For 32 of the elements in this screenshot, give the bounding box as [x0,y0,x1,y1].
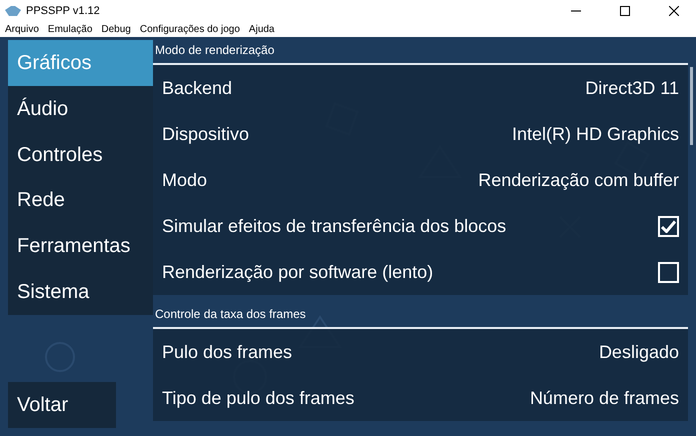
setting-value[interactable]: Direct3D 11 [585,74,679,102]
sidebar-tab[interactable]: Sistema [8,269,153,315]
checkmark-icon [661,220,676,232]
setting-label: Backend [162,76,232,100]
sidebar-tab[interactable]: Áudio [8,86,153,132]
checkbox[interactable] [658,216,679,236]
maximize-icon[interactable] [620,6,630,16]
sidebar-tab[interactable]: Ferramentas [8,223,153,270]
checkbox[interactable] [658,262,679,282]
setting-value[interactable]: Número de frames [530,384,679,412]
setting-value[interactable]: Desligado [598,338,679,366]
menu-item[interactable]: Ajuda [248,24,274,34]
setting-label: Tipo de pulo dos frames [162,386,354,410]
section-header: Modo de renderização [155,42,274,59]
menu-item[interactable]: Emulação [48,24,92,34]
app-icon [5,5,21,17]
window-title: PPSSPP v1.12 [26,4,100,19]
sidebar-tab[interactable]: Controles [8,132,153,178]
menu-item[interactable]: Debug [101,24,131,34]
section-header: Controle da taxa dos frames [155,306,306,323]
setting-label: Renderização por software (lento) [162,260,434,284]
back-button[interactable]: Voltar [8,382,116,428]
setting-label: Pulo dos frames [162,340,292,364]
setting-label: Modo [162,168,208,192]
menu-item[interactable]: Arquivo [5,24,39,34]
setting-label: Dispositivo [162,122,250,146]
menu-item[interactable]: Configurações do jogo [140,24,240,34]
sidebar-tab[interactable]: Rede [8,177,153,224]
close-icon[interactable] [669,6,679,16]
setting-value[interactable]: Intel(R) HD Graphics [512,120,679,148]
setting-label: Simular efeitos de transferência dos blocos [162,214,506,238]
setting-value[interactable]: Renderização com buffer [478,166,679,194]
